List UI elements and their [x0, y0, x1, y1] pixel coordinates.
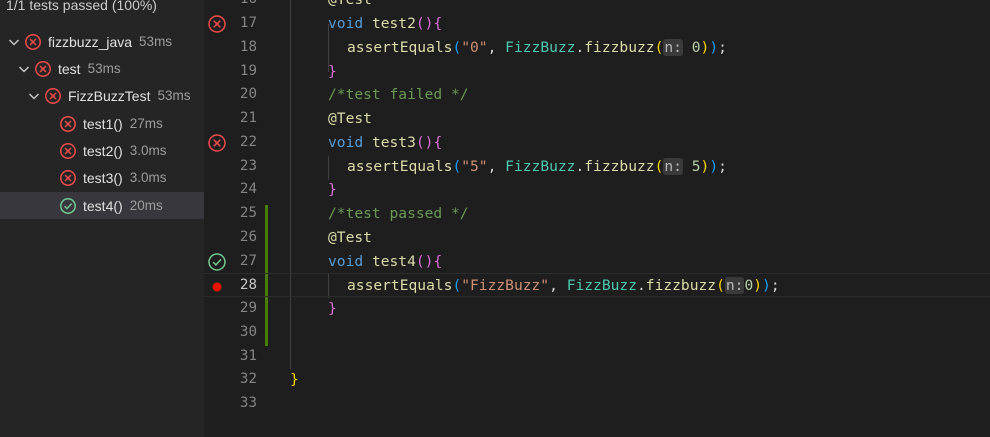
code-text: }	[328, 63, 337, 80]
code-line-20[interactable]: 20 /*test failed */	[204, 83, 990, 107]
line-number: 30	[239, 324, 257, 340]
breakpoint-icon[interactable]	[207, 276, 227, 296]
code-line-30[interactable]: 30	[204, 321, 990, 345]
code-text: @Test	[328, 0, 372, 12]
line-number: 27	[239, 253, 257, 269]
line-number: 18	[239, 39, 257, 55]
tree-item-label: fizzbuzz_java	[48, 33, 133, 50]
line-number: 19	[239, 63, 257, 79]
code-text: }	[328, 300, 337, 317]
tree-item-test1[interactable]: test1() 27ms	[0, 110, 204, 137]
code-line-29[interactable]: 29 }	[204, 297, 990, 321]
line-number: 26	[239, 229, 257, 245]
test-summary: 1/1 tests passed (100%)	[6, 0, 157, 13]
parameter-hint: n:	[724, 277, 745, 294]
line-number: 23	[239, 158, 257, 174]
line-number: 20	[239, 86, 257, 102]
test-failed-icon	[60, 169, 76, 186]
code-line-32[interactable]: 32 }	[204, 368, 990, 392]
code-line-24[interactable]: 24 }	[204, 178, 990, 202]
tree-item-duration: 53ms	[139, 34, 173, 49]
line-number: 28	[239, 277, 257, 293]
code-line-23[interactable]: 23 assertEquals("5", FizzBuzz.fizzbuzz(n…	[204, 155, 990, 179]
tree-item-duration: 3.0ms	[129, 143, 167, 158]
tree-item-label: test4()	[83, 197, 123, 214]
code-line-28[interactable]: 28 assertEquals("FizzBuzz", FizzBuzz.fiz…	[204, 273, 990, 297]
code-line-19[interactable]: 19 }	[204, 60, 990, 84]
tree-item-label: test2()	[83, 142, 123, 159]
test-failed-icon[interactable]	[207, 133, 227, 153]
code-text: @Test	[328, 229, 372, 246]
code-text: }	[290, 371, 299, 388]
test-failed-icon	[45, 87, 61, 104]
test-failed-icon	[35, 60, 51, 77]
code-line-17[interactable]: 17 void test2(){	[204, 12, 990, 36]
code-text: void test2(){	[328, 15, 443, 32]
code-editor[interactable]: 16 @Test 17 void test2(){ 18 assertEqual…	[204, 0, 990, 437]
line-number: 17	[239, 15, 257, 31]
tree-item-fizzbuzztest[interactable]: FizzBuzzTest 53ms	[0, 82, 204, 109]
tree-item-test[interactable]: test 53ms	[0, 55, 204, 82]
line-number: 31	[239, 348, 257, 364]
code-text: }	[328, 181, 337, 198]
test-failed-icon	[60, 142, 76, 159]
line-number: 22	[239, 134, 257, 150]
chevron-down-icon[interactable]	[6, 34, 22, 50]
code-line-21[interactable]: 21 @Test	[204, 107, 990, 131]
line-number: 32	[239, 371, 257, 387]
tree-item-duration: 53ms	[157, 88, 191, 103]
tree-item-test4[interactable]: test4() 20ms	[0, 192, 204, 219]
test-failed-icon	[60, 115, 76, 132]
line-number: 33	[239, 395, 257, 411]
code-line-33[interactable]: 33	[204, 392, 990, 416]
tree-item-test2[interactable]: test2() 3.0ms	[0, 137, 204, 164]
code-line-27[interactable]: 27 void test4(){	[204, 250, 990, 274]
test-failed-icon	[25, 33, 41, 50]
code-line-25[interactable]: 25 /*test passed */	[204, 202, 990, 226]
code-line-16[interactable]: 16 @Test	[204, 0, 990, 12]
parameter-hint: n:	[663, 158, 683, 175]
code-text: assertEquals("0", FizzBuzz.fizzbuzz(n: 0…	[347, 39, 727, 56]
tree-item-test3[interactable]: test3() 3.0ms	[0, 164, 204, 191]
line-number: 16	[228, 0, 257, 12]
tree-item-duration: 3.0ms	[129, 170, 167, 185]
test-failed-icon[interactable]	[207, 14, 227, 34]
code-line-31[interactable]: 31	[204, 345, 990, 369]
code-text: /*test passed */	[328, 205, 469, 222]
line-number: 29	[239, 300, 257, 316]
tree-item-fizzbuzz-java[interactable]: fizzbuzz_java 53ms	[0, 28, 204, 55]
parameter-hint: n:	[663, 39, 683, 56]
line-number: 21	[239, 110, 257, 126]
tree-item-label: test	[58, 60, 81, 77]
test-explorer-panel: 1/1 tests passed (100%) fizzbuzz_java 53…	[0, 0, 204, 437]
chevron-down-icon[interactable]	[26, 88, 42, 104]
tree-item-duration: 53ms	[87, 61, 121, 76]
test-passed-icon	[60, 197, 76, 214]
code-line-18[interactable]: 18 assertEquals("0", FizzBuzz.fizzbuzz(n…	[204, 36, 990, 60]
code-line-26[interactable]: 26 @Test	[204, 226, 990, 250]
code-text: void test4(){	[328, 253, 443, 270]
test-passed-icon[interactable]	[207, 252, 227, 272]
code-text: assertEquals("5", FizzBuzz.fizzbuzz(n: 5…	[347, 158, 727, 175]
code-text: assertEquals("FizzBuzz", FizzBuzz.fizzbu…	[347, 277, 780, 294]
code-text: void test3(){	[328, 134, 443, 151]
code-text: @Test	[328, 110, 372, 127]
tree-item-label: FizzBuzzTest	[68, 87, 151, 104]
code-text: /*test failed */	[328, 86, 469, 103]
line-number: 25	[239, 205, 257, 221]
tree-item-label: test3()	[83, 169, 123, 186]
tree-item-duration: 27ms	[129, 116, 163, 131]
chevron-down-icon[interactable]	[16, 61, 32, 77]
tree-item-duration: 20ms	[129, 198, 163, 213]
line-number: 24	[239, 181, 257, 197]
tree-item-label: test1()	[83, 115, 123, 132]
code-line-22[interactable]: 22 void test3(){	[204, 131, 990, 155]
